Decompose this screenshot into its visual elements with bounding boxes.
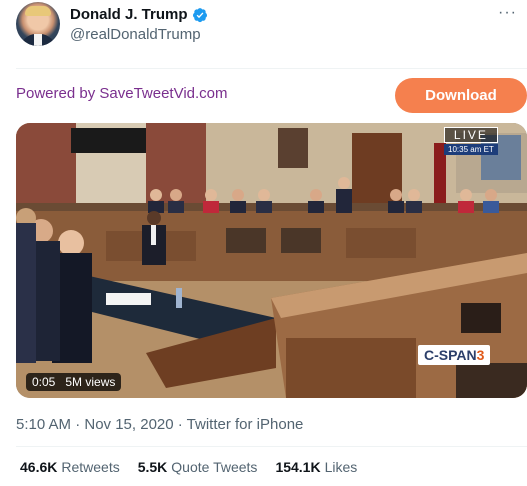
network-logo: C-SPAN3	[418, 345, 491, 365]
divider	[16, 68, 527, 69]
display-name[interactable]: Donald J. Trump	[70, 6, 188, 23]
quotes-label: Quote Tweets	[171, 459, 258, 475]
retweets-count: 46.6K	[20, 459, 58, 475]
network-name: C-SPAN	[424, 347, 477, 363]
quotes-count: 5.5K	[137, 459, 168, 475]
likes-label: Likes	[324, 459, 358, 475]
network-channel: 3	[476, 347, 485, 363]
video-player[interactable]: LIVE 10:35 am ET C-SPAN3 0:05 5M views	[16, 123, 527, 398]
divider	[16, 446, 527, 447]
retweets-stat[interactable]: 46.6K Retweets	[20, 459, 120, 475]
tweet-header: Donald J. Trump @realDonaldTrump ···	[0, 0, 527, 60]
likes-stat[interactable]: 154.1K Likes	[275, 459, 357, 475]
powered-by-link[interactable]: Powered by SaveTweetVid.com	[16, 85, 228, 102]
tweet-stats: 46.6K Retweets 5.5K Quote Tweets 154.1K Lik…	[20, 459, 357, 475]
live-indicator: LIVE 10:35 am ET	[444, 127, 498, 155]
more-icon[interactable]: ···	[498, 4, 517, 22]
tweet-timestamp[interactable]: 5:10 AM · Nov 15, 2020 · Twitter for iPh…	[16, 416, 303, 433]
elapsed-time: 0:05	[32, 375, 56, 389]
download-button[interactable]: Download	[395, 78, 527, 113]
view-count: 5M views	[65, 375, 116, 389]
handle[interactable]: @realDonaldTrump	[70, 26, 201, 43]
quotes-stat[interactable]: 5.5K Quote Tweets	[138, 459, 258, 475]
verified-badge-icon	[192, 7, 207, 22]
video-counter: 0:05 5M views	[26, 373, 122, 391]
live-time: 10:35 am ET	[444, 144, 498, 155]
likes-count: 154.1K	[275, 459, 321, 475]
retweets-label: Retweets	[61, 459, 120, 475]
avatar[interactable]	[16, 2, 60, 46]
name-row: Donald J. Trump	[70, 6, 208, 23]
live-label: LIVE	[444, 127, 498, 143]
